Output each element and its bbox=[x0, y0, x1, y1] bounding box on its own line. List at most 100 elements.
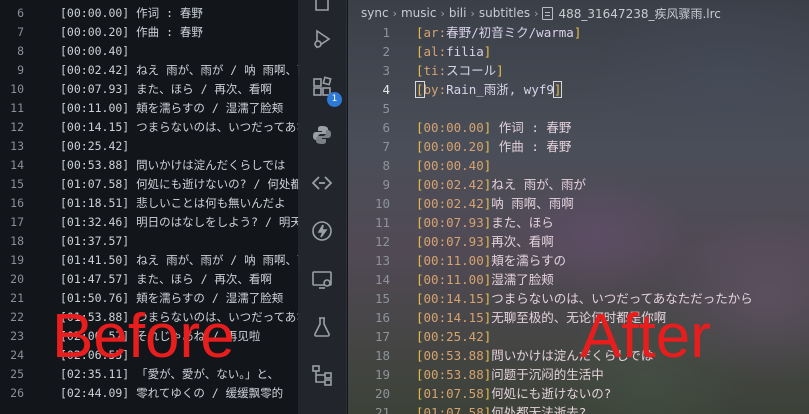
line-number: 11 bbox=[374, 215, 390, 230]
code-line[interactable]: 8 [00:00.40] bbox=[348, 156, 809, 175]
line-number: 9 bbox=[17, 63, 24, 77]
breadcrumb-file[interactable]: 488_31647238_疾风骤雨.lrc bbox=[558, 5, 720, 22]
code-line[interactable]: 14 [00:11.00]湿濡了脸颊 bbox=[348, 270, 809, 289]
code-line[interactable]: 7 [00:00.20] 作曲 : 春野 bbox=[348, 137, 809, 156]
tag-value: filia bbox=[446, 44, 484, 59]
bracket-open: [ bbox=[416, 44, 424, 59]
code-text: [00:11.00]頬を濡らすの bbox=[416, 251, 566, 270]
text-line: 21 [01:50.76] 頬を濡らすの / 湿濡了脸颊 bbox=[0, 289, 300, 308]
bracket-open: [ bbox=[416, 25, 424, 40]
text-line: 10 [00:07.93] また、ほら / 再次、看啊 bbox=[0, 80, 300, 99]
code-line[interactable]: 5 bbox=[348, 99, 809, 118]
breadcrumb-item[interactable]: sync bbox=[361, 6, 389, 20]
python-icon[interactable] bbox=[307, 120, 337, 150]
chevron-right-icon: › bbox=[440, 6, 445, 20]
code-line[interactable]: 11 [00:07.93]また、ほら bbox=[348, 213, 809, 232]
code-line[interactable]: 18 [00:53.88]問いかけは淀んだくらしでは bbox=[348, 346, 809, 365]
lyric-text: 呐 雨啊、雨啊 bbox=[491, 196, 574, 211]
testing-flask-icon[interactable] bbox=[307, 312, 337, 342]
text-line: 26 [02:44.09] 零れてゆくの / 缓缓飘零的 bbox=[0, 384, 300, 403]
line-text: [02:06.55] bbox=[60, 348, 130, 362]
lightning-icon[interactable] bbox=[307, 216, 337, 246]
line-number: 14 bbox=[374, 272, 390, 287]
chevron-right-icon: › bbox=[392, 6, 397, 20]
code-line[interactable]: 16 [00:14.15]无聊至极的、无论何时都是你啊 bbox=[348, 308, 809, 327]
timestamp: 01:07.58 bbox=[423, 405, 484, 414]
files-icon[interactable] bbox=[307, 0, 337, 16]
code-line[interactable]: 4 [by:Rain_雨浙, wyf9] bbox=[348, 80, 809, 99]
tag-colon: : bbox=[438, 82, 447, 97]
code-line[interactable]: 19 [00:53.88]问题于沉闷的生活中 bbox=[348, 365, 809, 384]
line-number: 24 bbox=[10, 348, 24, 362]
line-text: [00:00.40] bbox=[60, 44, 130, 58]
breadcrumb-item[interactable]: bili bbox=[449, 6, 467, 20]
timestamp: 00:25.42 bbox=[423, 329, 484, 344]
tree-icon[interactable] bbox=[307, 360, 337, 390]
text-line: 7 [00:00.20] 作曲 : 春野 bbox=[0, 23, 300, 42]
line-text: [00:02.42] ねえ 雨が、雨が / 呐 雨啊、雨啊 bbox=[60, 63, 300, 77]
lyric-text: 頬を濡らすの bbox=[491, 253, 567, 268]
code-line[interactable]: 2 [al:filia] bbox=[348, 42, 809, 61]
code-line[interactable]: 9 [00:02.42]ねえ 雨が、雨が bbox=[348, 175, 809, 194]
code-line[interactable]: 17 [00:25.42] bbox=[348, 327, 809, 346]
line-text: [01:53.88] つまらないのは、いつだってあなた bbox=[60, 310, 300, 324]
remote-window-icon[interactable] bbox=[307, 264, 337, 294]
line-number: 16 bbox=[374, 310, 390, 325]
extensions-icon[interactable]: 1 bbox=[307, 72, 342, 107]
line-text: [00:14.15] つまらないのは、いつだってあなただったから bbox=[60, 120, 300, 134]
line-number: 25 bbox=[10, 367, 24, 381]
line-text: [00:00.00] 作词 : 春野 bbox=[60, 6, 203, 20]
line-text: [00:25.42] bbox=[60, 139, 130, 153]
remote-explorer-icon[interactable] bbox=[307, 168, 337, 198]
code-text: [ar:春野/初音ミク/warma] bbox=[416, 23, 581, 42]
code-text: [00:53.88]问题于沉闷的生活中 bbox=[416, 365, 604, 384]
code-text: [01:07.58]何処にも逝けないの? bbox=[416, 384, 611, 403]
bracket-open: [ bbox=[416, 386, 424, 401]
code-line[interactable]: 21 [01:07.58]何处都无法逝去? bbox=[348, 403, 809, 414]
line-number: 11 bbox=[10, 101, 24, 115]
bracket-open: [ bbox=[416, 158, 424, 173]
code-text: [00:07.93]再次、看啊 bbox=[416, 232, 554, 251]
tag-value: Rain_雨浙, wyf9 bbox=[446, 82, 554, 97]
timestamp: 00:14.15 bbox=[423, 291, 484, 306]
breadcrumb-item[interactable]: music bbox=[401, 6, 436, 20]
line-number: 7 bbox=[382, 139, 390, 154]
bracket-open: [ bbox=[416, 272, 424, 287]
code-line[interactable]: 12 [00:07.93]再次、看啊 bbox=[348, 232, 809, 251]
timestamp: 00:07.93 bbox=[423, 234, 484, 249]
debug-icon[interactable] bbox=[307, 24, 337, 54]
line-text: [01:41.50] ねえ 雨が、雨が / 呐 雨啊、雨啊 bbox=[60, 253, 300, 267]
text-line: 8 [00:00.40] bbox=[0, 42, 300, 61]
code-line[interactable]: 15 [00:14.15]つまらないのは、いつだってあなただったから bbox=[348, 289, 809, 308]
line-number: 4 bbox=[382, 82, 390, 97]
line-number: 10 bbox=[374, 196, 390, 211]
breadcrumb-item[interactable]: subtitles bbox=[479, 6, 530, 20]
tag-key: ar bbox=[423, 25, 439, 40]
timestamp: 00:07.93 bbox=[423, 215, 484, 230]
line-text: [02:00.57] それじゃあね / 再见啦 bbox=[60, 329, 261, 343]
lyric-text: 再次、看啊 bbox=[491, 234, 554, 249]
text-line: 9 [00:02.42] ねえ 雨が、雨が / 呐 雨啊、雨啊 bbox=[0, 61, 300, 80]
line-number: 12 bbox=[374, 234, 390, 249]
bracket-open: [ bbox=[416, 310, 424, 325]
code-line[interactable]: 10 [00:02.42]呐 雨啊、雨啊 bbox=[348, 194, 809, 213]
text-line: 12 [00:14.15] つまらないのは、いつだってあなただったから bbox=[0, 118, 300, 137]
lyric-text: 无聊至极的、无论何时都是你啊 bbox=[491, 310, 667, 325]
line-text: [01:07.58] 何処にも逝けないの? / 何处都无法逝去 bbox=[60, 177, 300, 191]
lyric-text: 作词 : 春野 bbox=[491, 120, 572, 135]
code-line[interactable]: 1 [ar:春野/初音ミク/warma] bbox=[348, 23, 809, 42]
bracket-close: ] bbox=[573, 25, 582, 40]
text-line: 25 [02:35.11] 「愛が、愛が、ない。」と、 bbox=[0, 365, 300, 384]
line-number: 21 bbox=[10, 291, 24, 305]
text-line: 16 [01:18.51] 悲しいことは何も無いんだよ bbox=[0, 194, 300, 213]
line-text: [00:07.93] また、ほら / 再次、看啊 bbox=[60, 82, 272, 96]
line-text: [01:50.76] 頬を濡らすの / 湿濡了脸颊 bbox=[60, 291, 284, 305]
code-text: [00:25.42] bbox=[416, 327, 491, 346]
line-number: 2 bbox=[382, 44, 390, 59]
code-text: [00:02.42]呐 雨啊、雨啊 bbox=[416, 194, 574, 213]
code-line[interactable]: 13 [00:11.00]頬を濡らすの bbox=[348, 251, 809, 270]
code-line[interactable]: 3 [ti:スコール] bbox=[348, 61, 809, 80]
code-line[interactable]: 20 [01:07.58]何処にも逝けないの? bbox=[348, 384, 809, 403]
timestamp: 00:53.88 bbox=[423, 348, 484, 363]
code-line[interactable]: 6 [00:00.00] 作词 : 春野 bbox=[348, 118, 809, 137]
